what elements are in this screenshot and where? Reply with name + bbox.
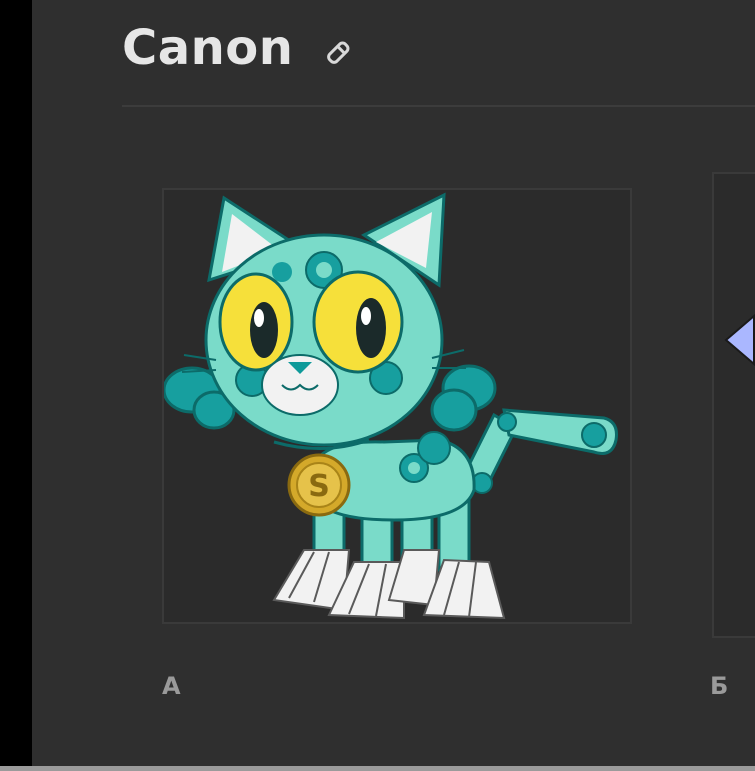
costume-card-a[interactable]: S [162, 188, 632, 624]
costume-label-b: Б [710, 672, 729, 700]
header: Canon [122, 20, 359, 76]
arrow-left-icon[interactable] [720, 310, 755, 370]
coin-icon: S [287, 453, 351, 517]
bottom-scrollbar[interactable] [0, 766, 755, 771]
tail-arm [461, 408, 618, 494]
costume-card-b[interactable] [712, 172, 755, 638]
costume-label-a: A [162, 672, 181, 700]
page-title: Canon [122, 20, 294, 76]
left-edge [0, 0, 32, 771]
costume-panel: Canon S A Б [32, 0, 755, 771]
svg-text:S: S [308, 469, 330, 504]
character-sprite: S [162, 192, 618, 620]
pencil-icon[interactable] [319, 32, 359, 72]
header-divider [122, 105, 755, 107]
